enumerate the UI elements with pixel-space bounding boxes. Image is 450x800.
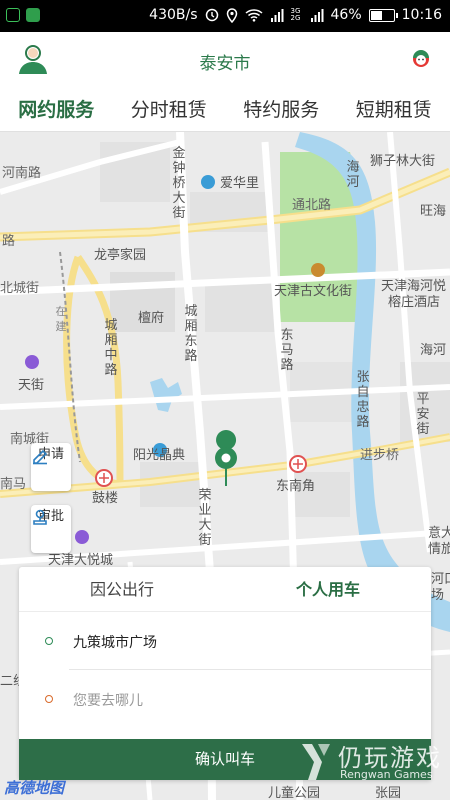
map-label-longting: 龙亭家园 <box>94 248 147 263</box>
map-label-lu: 路 <box>2 234 16 249</box>
network-speed: 430B/s <box>149 7 198 23</box>
map-label-pingan: 平安街 <box>416 392 430 437</box>
status-bar: 430B/s 3G 2G 46% 10:16 <box>0 0 450 32</box>
map-label-qingsuo: 情旅 <box>428 542 450 557</box>
map-label-wangpu: 旺海 <box>420 204 447 219</box>
service-tabs: 网约服务 分时租赁 特约服务 短期租赁 <box>0 88 450 132</box>
notification-icons <box>6 8 40 22</box>
approve-button[interactable]: 审批 <box>31 505 71 553</box>
map-label-zhangzizhong: 张自忠路 <box>356 370 370 430</box>
map-label-tanfu: 檀府 <box>138 311 165 326</box>
battery-percent: 46% <box>330 7 362 23</box>
map-label-haihe: 海河 <box>346 160 360 190</box>
destination-placeholder: 您要去哪儿 <box>73 693 143 709</box>
alarm-icon <box>205 8 218 22</box>
battery-level <box>370 10 382 20</box>
battery-icon <box>368 8 398 22</box>
map-label-haihe2: 海河 <box>420 343 447 358</box>
city-title[interactable]: 泰安市 <box>0 49 450 74</box>
trip-type-segment: 因公出行 个人用车 <box>19 567 431 612</box>
map-label-chengxiangdong: 城厢东路 <box>184 304 198 364</box>
map-label-chengxiangzhong: 城厢中路 <box>104 318 118 378</box>
map-label-rongzhuang: 榕庄酒店 <box>388 295 441 310</box>
map-label-tongbei: 通北路 <box>292 198 332 213</box>
destination-field[interactable]: 您要去哪儿 <box>19 672 431 728</box>
tab-special-service[interactable]: 特约服务 <box>225 88 338 131</box>
app-header: 泰安市 <box>0 32 450 88</box>
map-label-huanhe: 河南路 <box>2 166 42 181</box>
app-notification-icon <box>6 8 20 22</box>
status-right: 430B/s 3G 2G 46% 10:16 <box>149 7 442 23</box>
network-type: 3G 2G <box>290 7 301 22</box>
origin-dot-icon <box>45 637 53 645</box>
destination-dot-icon <box>45 695 53 703</box>
map-label-rongye: 荣业大街 <box>198 488 212 548</box>
map-label-shizilin: 狮子林大街 <box>370 154 436 169</box>
tab-short-rental[interactable]: 短期租赁 <box>338 88 450 131</box>
watermark-logo-icon <box>302 744 330 780</box>
map-label-chang: 场 <box>431 588 445 603</box>
map-label-aihuali: 爱华里 <box>220 176 260 191</box>
map-label-wenhua: 天津古文化街 <box>274 284 353 299</box>
location-status-icon <box>226 7 237 23</box>
map-label-jinbuqiao: 进步桥 <box>360 448 400 463</box>
tab-timeshare-rental[interactable]: 分时租赁 <box>113 88 226 131</box>
wifi-icon <box>245 9 263 22</box>
phone-notification-icon <box>26 8 40 22</box>
pen-icon <box>33 449 48 465</box>
segment-business-trip[interactable]: 因公出行 <box>19 567 225 611</box>
map-label-chengxiang-n: 北城街 <box>0 281 40 296</box>
customer-service-icon[interactable] <box>410 47 432 69</box>
map-label-yangguang: 阳光晶典 <box>133 448 186 463</box>
watermark: 仍玩游戏 Rengwan Games <box>298 738 448 794</box>
tab-ride-hailing[interactable]: 网约服务 <box>0 88 113 131</box>
map-label-jinzhongqiao: 金钟桥大街 <box>172 146 186 221</box>
map-label-nanma: 南马 <box>0 477 27 492</box>
stamp-icon <box>33 509 47 525</box>
segment-personal-car[interactable]: 个人用车 <box>225 567 431 611</box>
map-label-tianjie: 天街 <box>18 378 45 393</box>
apply-button[interactable]: 申请 <box>31 443 71 491</box>
map-label-dongma: 东马路 <box>280 328 294 373</box>
map-label-zaijian: 在建 <box>55 305 67 333</box>
amap-logo: 高德地图 <box>4 779 65 797</box>
origin-text: 九策城市广场 <box>73 635 157 651</box>
clock: 10:16 <box>401 7 442 23</box>
origin-field[interactable]: 九策城市广场 <box>45 614 431 670</box>
map-label-gulou: 鼓楼 <box>92 491 119 506</box>
watermark-text-en: Rengwan Games <box>340 768 433 781</box>
map-label-dongnanjiao: 东南角 <box>276 479 316 494</box>
signal-icon-2 <box>310 9 324 22</box>
signal-icon-1 <box>270 9 284 22</box>
